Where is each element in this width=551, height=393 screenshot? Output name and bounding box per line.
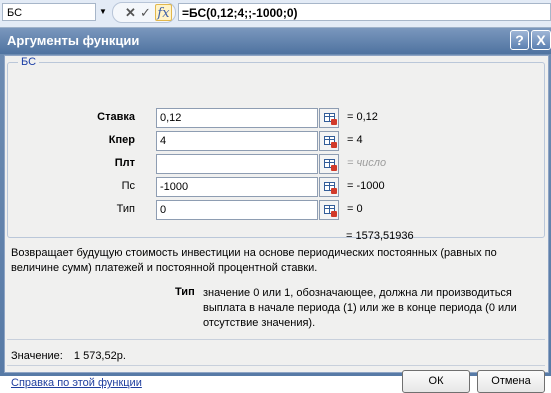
divider <box>7 365 545 366</box>
formula-input[interactable]: =БС(0,12;4;;-1000;0) <box>178 3 551 21</box>
arg-help-text: значение 0 или 1, обозначающее, должна л… <box>203 287 517 329</box>
collapse-dialog-icon[interactable] <box>319 131 339 151</box>
arg-input-plt[interactable] <box>156 154 318 174</box>
function-arguments-dialog: Аргументы функции ? X БС Ставка 0,12 = 0… <box>0 28 551 393</box>
function-help-link[interactable]: Справка по этой функции <box>11 377 142 389</box>
arg-label: Ставка <box>97 111 135 123</box>
value-line: Значение: 1 573,52р. <box>11 350 126 362</box>
arg-result: = -1000 <box>347 180 385 192</box>
arg-row-tip: Тип 0 = 0 <box>5 200 545 222</box>
arg-row-ps: Пс -1000 = -1000 <box>5 177 545 199</box>
arg-label: Тип <box>116 203 135 215</box>
arg-result: = 0 <box>347 203 363 215</box>
close-button[interactable]: X <box>531 30 551 50</box>
dialog-titlebar: Аргументы функции ? X <box>0 28 551 54</box>
value-result: 1 573,52р. <box>73 350 126 362</box>
formula-bar: БС ▼ ✕ ✓ fx =БС(0,12;4;;-1000;0) <box>0 0 551 28</box>
arg-input-tip[interactable]: 0 <box>156 200 318 220</box>
arg-input-ps[interactable]: -1000 <box>156 177 318 197</box>
arg-input-stavka[interactable]: 0,12 <box>156 108 318 128</box>
arg-result: = 4 <box>347 134 363 146</box>
cancel-button[interactable]: Отмена <box>477 370 545 393</box>
ok-button[interactable]: ОК <box>402 370 470 393</box>
collapse-dialog-icon[interactable] <box>319 200 339 220</box>
divider <box>7 339 545 340</box>
collapse-dialog-icon[interactable] <box>319 108 339 128</box>
name-box-dropdown-icon[interactable]: ▼ <box>96 3 110 21</box>
arg-result: = 0,12 <box>347 111 378 123</box>
dialog-content: БС Ставка 0,12 = 0,12 Кпер 4 = 4 Плт = ч… <box>4 55 549 393</box>
collapse-dialog-icon[interactable] <box>319 177 339 197</box>
arg-label: Плт <box>114 157 135 169</box>
collapse-dialog-icon[interactable] <box>319 154 339 174</box>
arg-row-kper: Кпер 4 = 4 <box>5 131 545 153</box>
arg-row-stavka: Ставка 0,12 = 0,12 <box>5 108 545 130</box>
arg-label: Пс <box>121 180 135 192</box>
arg-result: = число <box>347 157 387 169</box>
formula-tools: ✕ ✓ fx <box>112 2 176 23</box>
formula-result: = 1573,51936 <box>346 230 414 242</box>
function-description: Возвращает будущую стоимость инвестиции … <box>11 247 497 274</box>
help-button[interactable]: ? <box>510 30 529 50</box>
function-name-label: БС <box>18 56 40 68</box>
arg-input-kper[interactable]: 4 <box>156 131 318 151</box>
enter-check-icon[interactable]: ✓ <box>140 4 151 21</box>
insert-function-icon[interactable]: fx <box>155 4 172 21</box>
name-box[interactable]: БС <box>2 3 96 21</box>
cancel-entry-icon[interactable]: ✕ <box>125 4 136 21</box>
dialog-title: Аргументы функции <box>7 33 140 48</box>
arg-label: Кпер <box>108 134 135 146</box>
arg-row-plt: Плт = число <box>5 154 545 176</box>
arg-help-label: Тип <box>175 286 195 298</box>
value-label: Значение: <box>11 350 63 362</box>
